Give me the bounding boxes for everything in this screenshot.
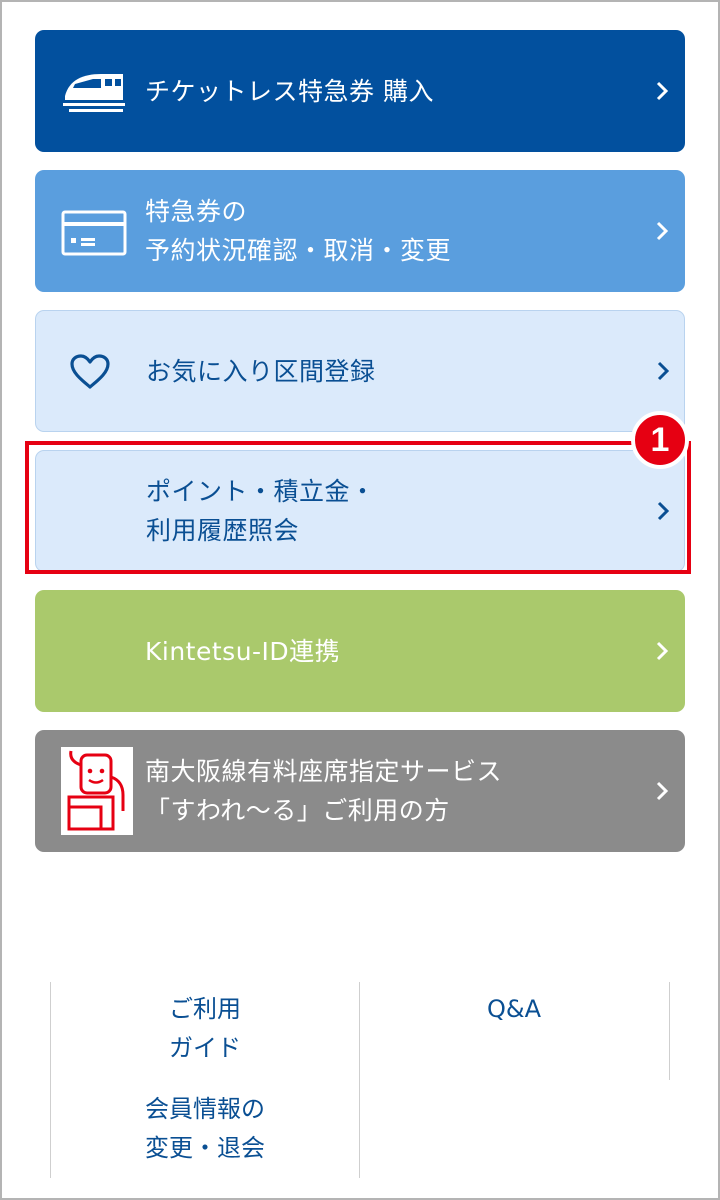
chevron-right-icon	[656, 781, 669, 801]
favorite-route-label: お気に入り区間登録	[146, 356, 376, 386]
chevron-right-icon	[657, 361, 670, 381]
ticketless-purchase-label: チケットレス特急券 購入	[145, 76, 434, 106]
kintetsu-id-link-button[interactable]: Kintetsu-ID連携	[35, 590, 685, 712]
user-guide-link[interactable]: ご利用 ガイド	[95, 990, 315, 1068]
step-number-badge: 1	[631, 411, 689, 469]
footer-divider	[50, 982, 51, 1178]
highlight-frame	[25, 441, 691, 574]
chevron-right-icon	[656, 221, 669, 241]
footer-divider	[669, 982, 670, 1080]
suwaruru-service-button[interactable]: 南大阪線有料座席指定サービス 「すわれ～る」ご利用の方	[35, 730, 685, 852]
suwaruru-mascot-icon	[61, 747, 133, 835]
heart-icon	[70, 354, 110, 389]
train-icon	[63, 74, 125, 112]
chevron-right-icon	[656, 641, 669, 661]
member-info-link[interactable]: 会員情報の 変更・退会	[95, 1090, 315, 1168]
reservation-status-label: 特急券の 予約状況確認・取消・変更	[145, 197, 452, 265]
ticketless-purchase-button[interactable]: チケットレス特急券 購入	[35, 30, 685, 152]
ticket-card-icon	[61, 210, 127, 256]
suwaruru-service-label: 南大阪線有料座席指定サービス 「すわれ～る」ご利用の方	[145, 757, 503, 825]
reservation-status-button[interactable]: 特急券の 予約状況確認・取消・変更	[35, 170, 685, 292]
footer-divider	[359, 982, 360, 1178]
qa-link[interactable]: Q&A	[404, 990, 624, 1029]
chevron-right-icon	[656, 81, 669, 101]
kintetsu-id-label: Kintetsu-ID連携	[145, 636, 341, 666]
favorite-route-button[interactable]: お気に入り区間登録	[35, 310, 685, 432]
